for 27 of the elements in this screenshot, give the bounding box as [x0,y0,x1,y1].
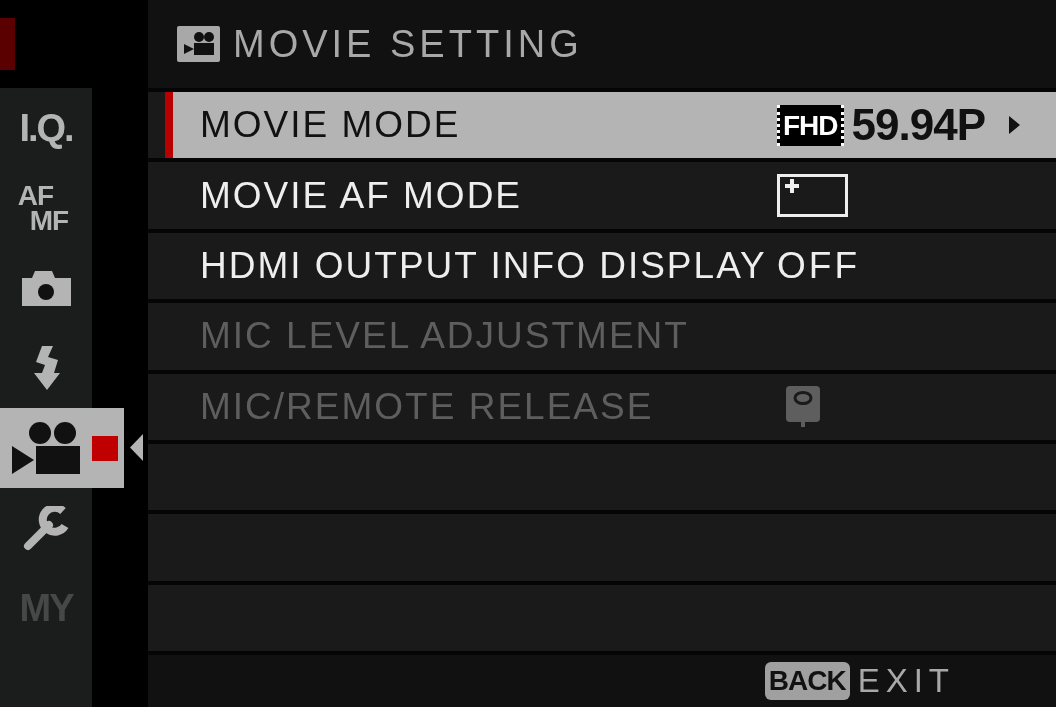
resolution-badge: FHD [777,104,844,146]
setting-value: 59.94P [851,103,985,148]
back-key: BACK [764,662,850,700]
setting-label: MIC/REMOTE RELEASE [200,385,654,428]
square-marker-icon [92,435,118,461]
movie-camera-icon [177,26,220,62]
exit-label: EXIT [857,662,955,700]
setting-value: OFF [777,244,860,287]
sidebar-tab[interactable]: I.Q. [0,88,92,168]
menu-row[interactable]: HDMI OUTPUT INFO DISPLAY OFF [148,232,1056,300]
af-area-icon [777,174,848,218]
camera-icon [21,270,71,306]
movie-camera-icon [12,422,80,474]
setting-label: HDMI OUTPUT INFO DISPLAY [200,244,767,287]
menu-row[interactable]: MOVIE AF MODE [148,162,1056,229]
lightning-bolt-icon [32,346,60,390]
page-indicator [0,18,15,70]
menu-row[interactable]: MOVIE MODE FHD 59.94P [148,92,1056,159]
sidebar-tab[interactable]: AF MF [0,168,92,248]
caret-right-icon [1009,116,1020,135]
setting-label: MIC LEVEL ADJUSTMENT [200,315,689,358]
menu-title: MOVIE SETTING [233,22,583,66]
microphone-icon [786,386,820,428]
setting-label: MOVIE AF MODE [200,174,523,217]
wrench-icon [23,505,69,551]
triangle-pointer-icon [130,434,143,461]
setting-label: MOVIE MODE [200,104,461,147]
